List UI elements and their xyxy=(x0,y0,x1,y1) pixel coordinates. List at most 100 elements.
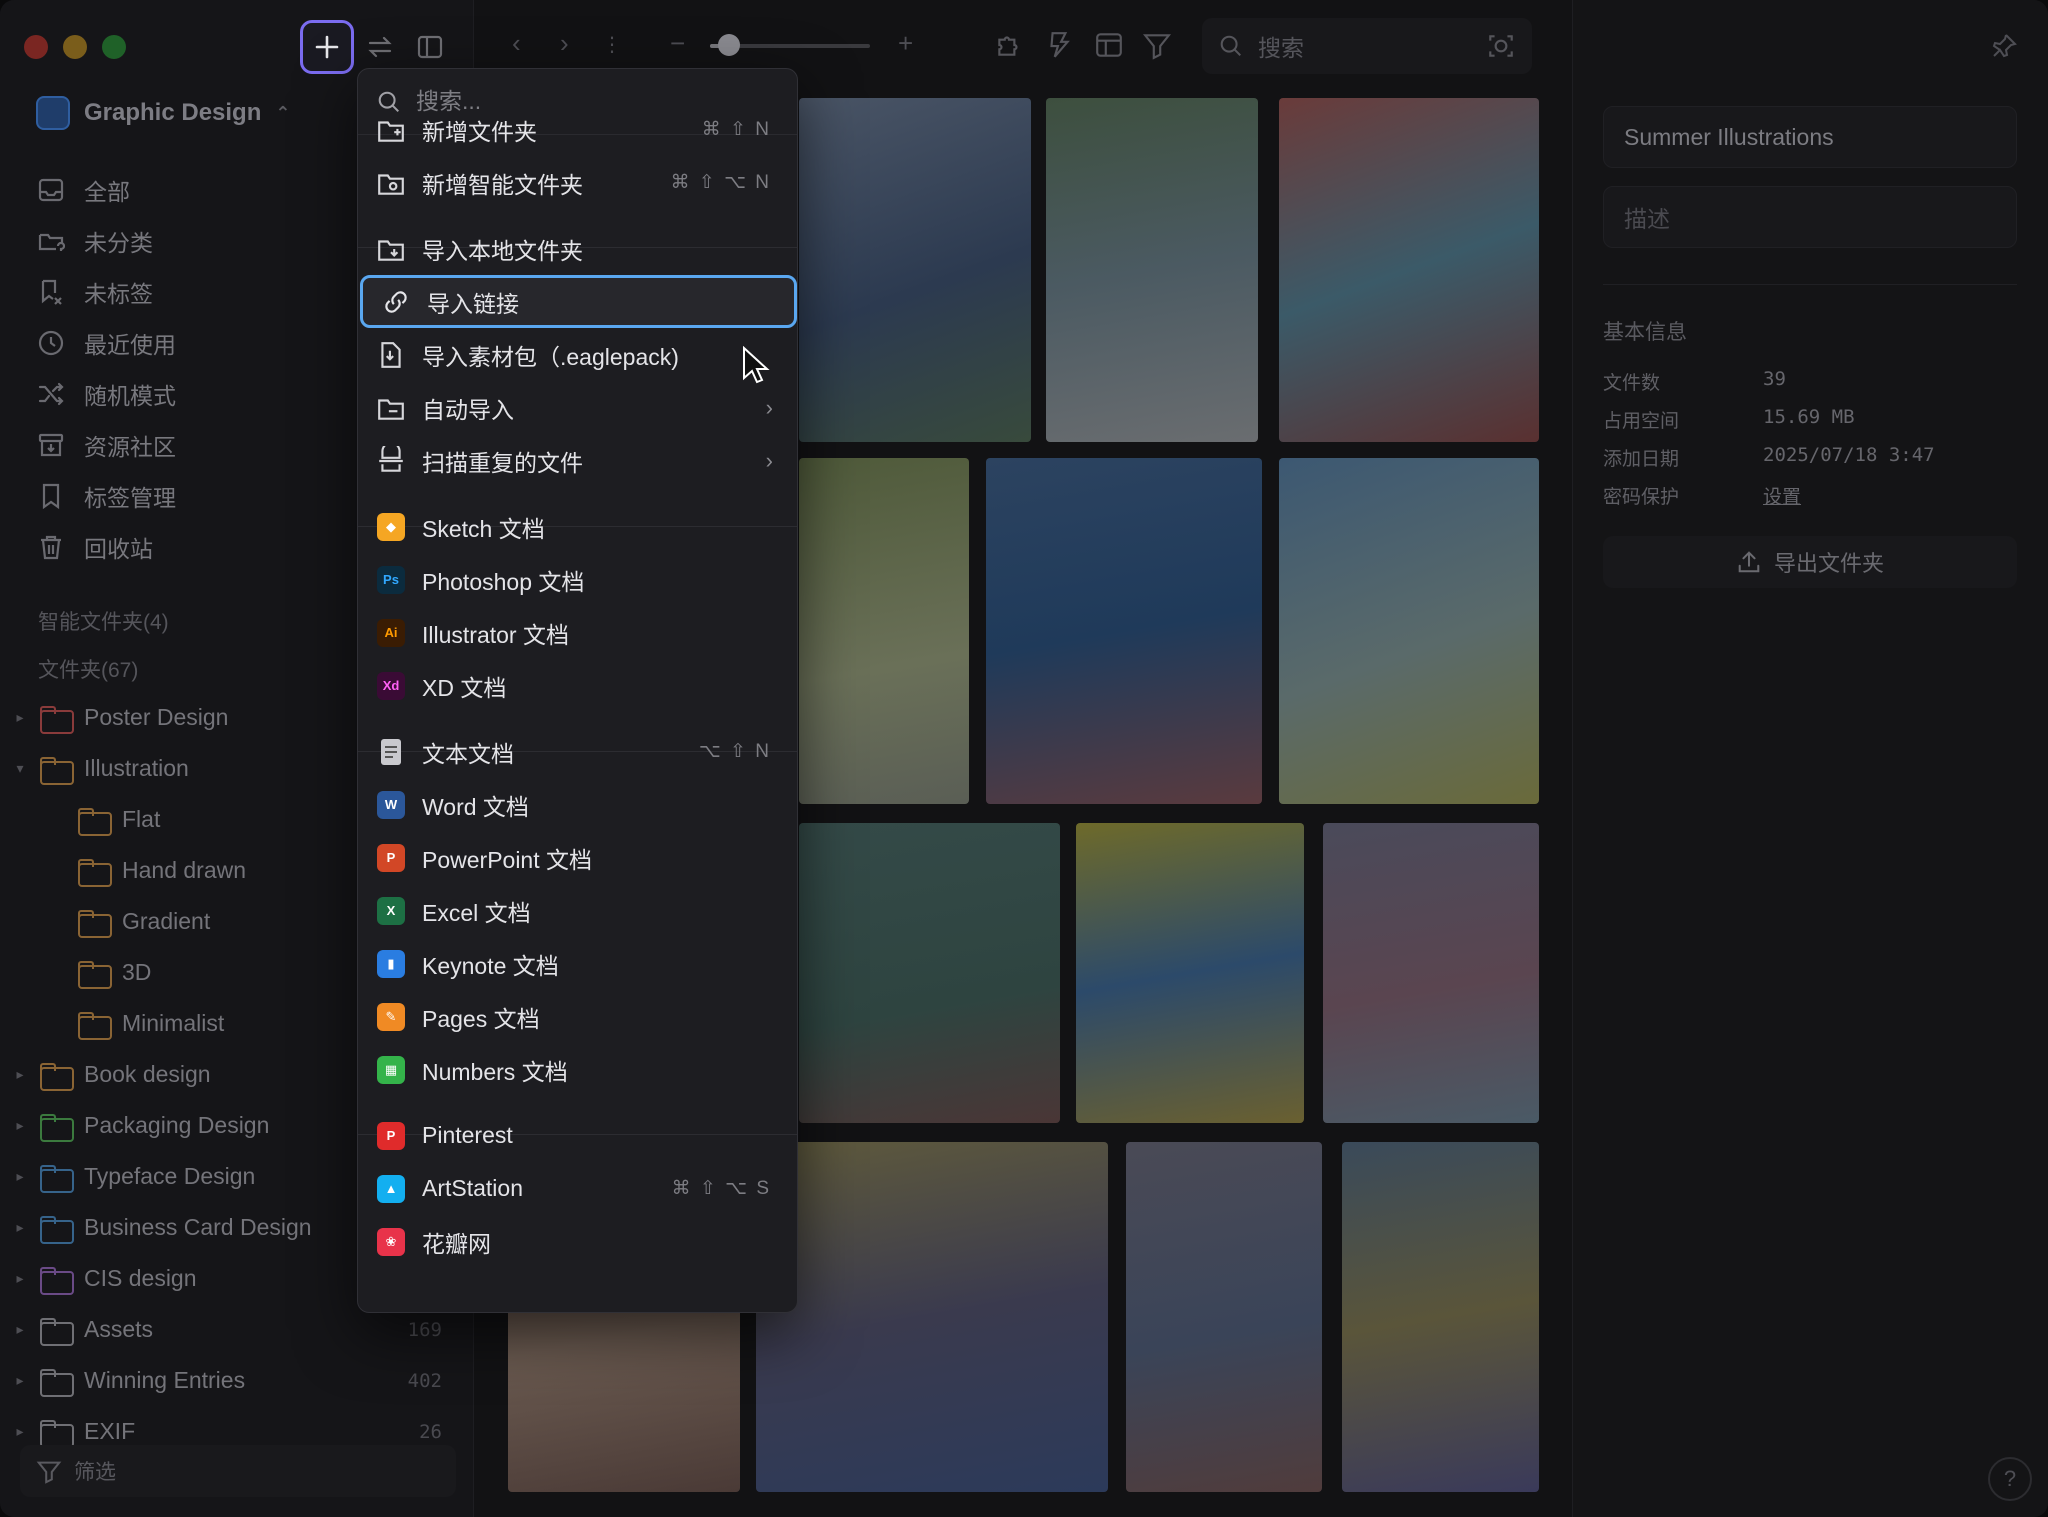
close-window-button[interactable] xyxy=(24,35,48,59)
menu-item-smart-folder[interactable]: 新增智能文件夹 ⌘ ⇧ ⌥ N xyxy=(358,156,797,209)
menu-item-label: XD 文档 xyxy=(422,674,507,701)
thumbnail-courtyard-reader[interactable] xyxy=(1046,98,1258,442)
thumbnail-mediterranean-tiles[interactable] xyxy=(756,1142,1108,1492)
disclosure-closed-icon[interactable]: ▸ xyxy=(0,1168,40,1185)
menu-item-illustrator[interactable]: Ai Illustrator 文档 xyxy=(358,606,797,659)
menu-item-link[interactable]: 导入链接 xyxy=(360,275,797,328)
menu-item-artstation[interactable]: ▲ ArtStation ⌘ ⇧ ⌥ S xyxy=(358,1162,797,1215)
folders-header[interactable]: 文件夹(67) xyxy=(38,654,138,684)
thumbnail-scooter-coast[interactable] xyxy=(1342,1142,1539,1492)
disclosure-closed-icon[interactable]: ▸ xyxy=(0,1219,40,1236)
layout-icon xyxy=(1096,33,1122,57)
forward-button[interactable]: › xyxy=(560,28,569,59)
menu-item-numbers[interactable]: ▦ Numbers 文档 xyxy=(358,1043,797,1096)
help-button[interactable]: ? xyxy=(1988,1457,2032,1501)
info-header: 基本信息 xyxy=(1603,321,1687,344)
app-badge: ❀ xyxy=(377,1227,405,1256)
back-button[interactable]: ‹ xyxy=(512,28,521,59)
menu-item-huaban[interactable]: ❀ 花瓣网 xyxy=(358,1215,797,1268)
menu-item-powerpoint[interactable]: P PowerPoint 文档 xyxy=(358,831,797,884)
more-button[interactable]: ⋮ xyxy=(602,32,622,57)
menu-item-label: PowerPoint 文档 xyxy=(422,846,593,873)
thumbnail-yellow-car[interactable] xyxy=(1279,458,1539,804)
toggle-sidebar-button[interactable] xyxy=(404,22,456,72)
info-row-file-count: 文件数 39 xyxy=(1603,368,1786,395)
menu-item-pages[interactable]: ✎ Pages 文档 xyxy=(358,990,797,1043)
menu-item-word[interactable]: W Word 文档 xyxy=(358,778,797,831)
menu-item-keynote[interactable]: ▮ Keynote 文档 xyxy=(358,937,797,990)
app-badge: ▲ xyxy=(377,1174,405,1203)
folder-label: Minimalist xyxy=(122,1010,225,1036)
zoom-slider-handle[interactable] xyxy=(718,34,741,56)
menu-item-duplicate-scan[interactable]: 扫描重复的文件 › xyxy=(358,434,797,487)
pin-button[interactable] xyxy=(1990,32,2018,65)
window-controls xyxy=(24,35,126,59)
sidebar-item-all[interactable]: 全部 xyxy=(36,164,176,215)
menu-item-xd[interactable]: Xd XD 文档 xyxy=(358,659,797,712)
sidebar-item-label: 未标签 xyxy=(84,280,153,307)
upload-icon xyxy=(1738,551,1760,573)
set-password-link[interactable]: 设置 xyxy=(1763,482,1801,509)
menu-item-text-doc[interactable]: 文本文档 ⌥ ⇧ N xyxy=(358,725,797,778)
disclosure-closed-icon[interactable]: ▸ xyxy=(0,1117,40,1134)
smart-folders-header[interactable]: 智能文件夹(4) xyxy=(38,606,169,636)
folder-icon xyxy=(78,807,112,836)
disclosure-closed-icon[interactable]: ▸ xyxy=(0,1270,40,1287)
huaban-icon: ❀ xyxy=(374,1225,408,1259)
disclosure-closed-icon[interactable]: ▸ xyxy=(0,1372,40,1389)
add-button[interactable] xyxy=(300,20,354,74)
sidebar-item-random[interactable]: 随机模式 xyxy=(36,368,176,419)
sidebar-item-tags[interactable]: 标签管理 xyxy=(36,470,176,521)
folder-label: Business Card Design xyxy=(84,1214,312,1240)
filter-bar[interactable]: 筛选 xyxy=(20,1445,456,1497)
toolbar-search[interactable]: 搜索 xyxy=(1202,18,1532,74)
thumbnail-stamps[interactable] xyxy=(1126,1142,1322,1492)
puzzle-icon xyxy=(998,36,1018,56)
thumbnail-garden-path[interactable] xyxy=(799,458,969,804)
library-switcher[interactable]: Graphic Design ⌃ xyxy=(36,96,290,130)
menu-item-folder-import[interactable]: 导入本地文件夹 xyxy=(358,222,797,275)
zoom-out-button[interactable]: − xyxy=(670,28,685,59)
sidebar-item-recent[interactable]: 最近使用 xyxy=(36,317,176,368)
menu-item-auto-import[interactable]: 自动导入 › xyxy=(358,381,797,434)
sidebar-item-untagged[interactable]: 未标签 xyxy=(36,266,176,317)
plus-icon xyxy=(315,35,339,59)
disclosure-closed-icon[interactable]: ▸ xyxy=(0,1321,40,1338)
sidebar-item-community[interactable]: 资源社区 xyxy=(36,419,176,470)
sidebar-icon xyxy=(417,35,443,59)
disclosure-closed-icon[interactable]: ▸ xyxy=(0,1066,40,1083)
menu-item-package[interactable]: 导入素材包（.eaglepack) xyxy=(358,328,797,381)
sync-button[interactable] xyxy=(354,22,406,72)
thumbnail-santorini-stairs[interactable] xyxy=(799,98,1031,442)
thumbnail-yellow-balcony[interactable] xyxy=(1076,823,1304,1123)
disclosure-open-icon[interactable]: ▾ xyxy=(0,760,40,777)
disclosure-closed-icon[interactable]: ▸ xyxy=(0,1423,40,1440)
thumbnail-pink-village[interactable] xyxy=(1323,823,1539,1123)
folder-label: Assets xyxy=(84,1316,154,1342)
menu-item-pinterest[interactable]: P Pinterest xyxy=(358,1109,797,1162)
folder-name-input[interactable]: Summer Illustrations xyxy=(1603,106,2017,168)
thumbnail-tiled-room[interactable] xyxy=(799,823,1060,1123)
screenshot-search-icon[interactable] xyxy=(1486,31,1516,61)
layout-button[interactable] xyxy=(1094,30,1124,67)
bookmark-icon xyxy=(36,481,66,511)
thumbnail-beach-picnic[interactable] xyxy=(986,458,1262,804)
zoom-window-button[interactable] xyxy=(102,35,126,59)
menu-item-excel[interactable]: X Excel 文档 xyxy=(358,884,797,937)
action-button[interactable] xyxy=(1044,30,1074,67)
disclosure-closed-icon[interactable]: ▸ xyxy=(0,709,40,726)
zoom-in-button[interactable]: + xyxy=(898,28,913,59)
menu-item-sketch[interactable]: ◆ Sketch 文档 xyxy=(358,500,797,553)
folder-icon xyxy=(40,1113,74,1142)
sidebar-item-uncategorized[interactable]: 未分类 xyxy=(36,215,176,266)
folder-description-input[interactable]: 描述 xyxy=(1603,186,2017,248)
menu-item-photoshop[interactable]: Ps Photoshop 文档 xyxy=(358,553,797,606)
filter-toolbar-button[interactable] xyxy=(1142,30,1172,67)
export-folder-button[interactable]: 导出文件夹 xyxy=(1603,536,2017,588)
menu-item-folder-plus[interactable]: 新增文件夹 ⌘ ⇧ N xyxy=(358,103,797,156)
plugin-button[interactable] xyxy=(994,30,1024,67)
sidebar-item-trash[interactable]: 回收站 xyxy=(36,521,176,572)
minimize-window-button[interactable] xyxy=(63,35,87,59)
thumbnail-window-cat[interactable] xyxy=(1279,98,1539,442)
folder-item[interactable]: ▸ Winning Entries 402 xyxy=(0,1355,474,1406)
